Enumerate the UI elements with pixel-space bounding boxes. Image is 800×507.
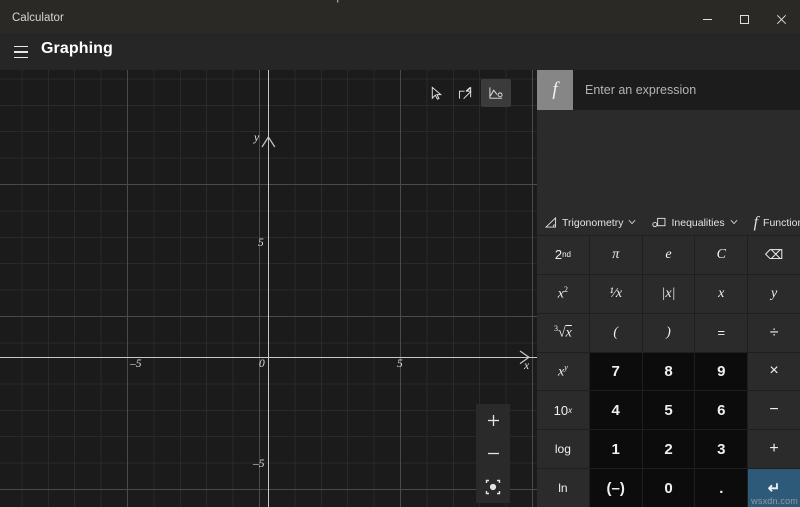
multiply-key[interactable]: × — [748, 353, 800, 391]
decimal-key[interactable]: . — [695, 469, 747, 507]
two-key[interactable]: 2 — [643, 430, 695, 468]
y-tick-label: –5 — [253, 458, 265, 470]
background-menu-item: Format — [122, 0, 157, 3]
graph-canvas[interactable]: x y –5 0 5 5 –5 — [0, 70, 537, 507]
app-title: Calculator — [12, 12, 64, 24]
background-menu-item: Insert — [62, 0, 90, 3]
inequalities-label: Inequalities — [671, 217, 724, 229]
six-key[interactable]: 6 — [695, 391, 747, 429]
euler-key[interactable]: e — [643, 236, 695, 274]
equation-panel: f Trigonometry — [537, 70, 800, 507]
calculator-app: View Insert Format Tools Add-ons Help La… — [0, 0, 800, 507]
four-key[interactable]: 4 — [590, 391, 642, 429]
background-menu-item: Last edit — [390, 0, 432, 3]
five-key[interactable]: 5 — [643, 391, 695, 429]
cube-root-key[interactable]: 3√x — [537, 314, 589, 352]
zero-key[interactable]: 0 — [643, 469, 695, 507]
second-key[interactable]: 2nd — [537, 236, 589, 274]
chevron-down-icon — [730, 218, 738, 227]
negate-key[interactable]: (–) — [590, 469, 642, 507]
inequalities-category-button[interactable]: Inequalities — [644, 210, 745, 236]
backspace-key[interactable]: ⌫ — [748, 236, 800, 274]
background-menu-item: Help — [320, 0, 343, 3]
nine-key[interactable]: 9 — [695, 353, 747, 391]
app-header: Graphing — [0, 33, 800, 70]
three-key[interactable]: 3 — [695, 430, 747, 468]
background-menu-item: Tools — [192, 0, 218, 3]
divide-key[interactable]: ÷ — [748, 314, 800, 352]
zoom-out-button[interactable] — [476, 437, 510, 470]
background-menu-item: Add-ons — [246, 0, 287, 3]
calculator-keypad: 2ndπeC⌫x2¹⁄x|x|xy3√x()=÷xy789×10x456−log… — [537, 236, 800, 507]
function-fx-icon[interactable]: f — [537, 70, 573, 110]
y-axis-arrow — [261, 133, 277, 149]
eight-key[interactable]: 8 — [643, 353, 695, 391]
trigonometry-label: Trigonometry — [562, 217, 623, 229]
x-tick-label: 5 — [397, 358, 403, 370]
functions-category-button[interactable]: f Functions — [746, 210, 800, 236]
triangle-icon — [545, 217, 557, 228]
inequality-shapes-icon — [652, 217, 666, 228]
hamburger-menu-icon[interactable] — [8, 39, 34, 65]
enter-key[interactable]: ↵ — [748, 469, 800, 507]
y-tick-label: 5 — [258, 237, 264, 249]
open-paren-key[interactable]: ( — [590, 314, 642, 352]
close-paren-key[interactable]: ) — [643, 314, 695, 352]
ln-key[interactable]: ln — [537, 469, 589, 507]
calculator-window: Calculator Graphing — [0, 5, 800, 507]
power-ten-key[interactable]: 10x — [537, 391, 589, 429]
graph-toolbar — [421, 79, 511, 107]
function-category-toolbar: Trigonometry Inequalities — [537, 210, 800, 236]
equals-key[interactable]: = — [695, 314, 747, 352]
close-button[interactable] — [763, 5, 800, 33]
add-key[interactable]: + — [748, 430, 800, 468]
background-menu-item: View — [6, 0, 30, 3]
pi-key[interactable]: π — [590, 236, 642, 274]
page-title: Graphing — [41, 40, 113, 58]
seven-key[interactable]: 7 — [590, 353, 642, 391]
expression-input[interactable] — [573, 70, 800, 110]
graph-zoom-controls — [476, 404, 510, 503]
expression-row[interactable]: f — [537, 70, 800, 110]
share-tool-icon[interactable] — [451, 79, 481, 107]
main-content: x y –5 0 5 5 –5 — [0, 70, 800, 507]
chevron-down-icon — [628, 218, 636, 227]
reset-view-button[interactable] — [476, 470, 510, 503]
minimize-button[interactable] — [689, 5, 726, 33]
x-axis-label: x — [524, 360, 529, 372]
window-controls — [689, 5, 800, 33]
graph-settings-tool-icon[interactable] — [481, 79, 511, 107]
one-key[interactable]: 1 — [590, 430, 642, 468]
x-tick-label: 0 — [259, 358, 265, 370]
y-axis-label: y — [254, 132, 259, 144]
pointer-tool-icon[interactable] — [421, 79, 451, 107]
power-key[interactable]: xy — [537, 353, 589, 391]
fx-italic-icon: f — [754, 214, 758, 232]
absolute-key[interactable]: |x| — [643, 275, 695, 313]
title-bar: Calculator — [0, 5, 800, 33]
zoom-in-button[interactable] — [476, 404, 510, 437]
x-tick-label: –5 — [130, 358, 142, 370]
log-key[interactable]: log — [537, 430, 589, 468]
clear-key[interactable]: C — [695, 236, 747, 274]
trigonometry-category-button[interactable]: Trigonometry — [537, 210, 644, 236]
square-key[interactable]: x2 — [537, 275, 589, 313]
functions-label: Functions — [763, 217, 800, 229]
variable-x-key[interactable]: x — [695, 275, 747, 313]
variable-y-key[interactable]: y — [748, 275, 800, 313]
subtract-key[interactable]: − — [748, 391, 800, 429]
maximize-button[interactable] — [726, 5, 763, 33]
reciprocal-key[interactable]: ¹⁄x — [590, 275, 642, 313]
